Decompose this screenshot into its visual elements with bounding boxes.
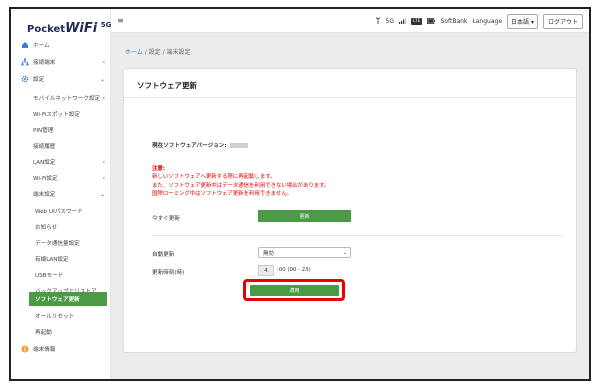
sidebar-item-settings[interactable]: 設定 ⌄ <box>11 72 111 86</box>
update-notice: 注意: 新しいソフトウェアへ更新する際に再起動します。 また、ソフトウェア更新中… <box>152 166 330 197</box>
update-now-button[interactable]: 更新 <box>258 210 351 222</box>
sidebar-item-wifi[interactable]: Wi-Fi設定 ‹ <box>11 171 111 185</box>
sidebar-item-usb-mode[interactable]: USBモード <box>11 268 111 282</box>
sidebar-item-home[interactable]: ホーム <box>11 38 111 52</box>
chevron-down-icon: ⌄ <box>99 75 105 83</box>
card-divider <box>124 97 576 98</box>
chevron-left-icon: ‹ <box>102 158 105 166</box>
sidebar-item-reboot[interactable]: 再起動 <box>11 325 111 339</box>
breadcrumb-device-settings: 端末設定 <box>166 49 191 56</box>
caret-down-icon: ⌄ <box>342 250 347 256</box>
sidebar: PocketWiFi 5G ホーム 接続端末 ‹ 設定 ⌄ モバイルネットワーク… <box>11 9 111 379</box>
sidebar-item-mobile-network[interactable]: モバイルネットワーク設定 ‹ <box>11 91 111 105</box>
update-now-label: 今すぐ更新 <box>152 216 180 222</box>
info-icon <box>21 345 29 353</box>
battery-icon <box>427 17 436 26</box>
update-hour-input[interactable]: 4 <box>258 265 274 276</box>
section-divider <box>152 235 562 236</box>
sidebar-item-webui-password[interactable]: Web UIパスワード <box>11 204 111 218</box>
breadcrumb-settings: 設定 <box>148 49 161 56</box>
logout-button[interactable]: ログアウト <box>542 14 583 29</box>
sidebar-item-wired-lan[interactable]: 有線LAN設定 <box>11 252 111 266</box>
update-time-label: 更新時刻(時) <box>152 270 185 276</box>
top-bar: ≡ 5G LTE SoftBank Language 日本語 ▾ ログアウト <box>111 9 589 33</box>
language-select[interactable]: 日本語 ▾ <box>507 14 538 29</box>
home-icon <box>21 41 29 49</box>
gear-icon <box>21 75 29 83</box>
sidebar-item-pin[interactable]: PIN管理 <box>11 123 111 137</box>
chevron-down-icon: ⌄ <box>99 190 105 198</box>
chevron-left-icon: ‹ <box>102 58 105 66</box>
carrier-name: SoftBank <box>440 18 468 25</box>
hamburger-icon[interactable]: ≡ <box>117 16 124 25</box>
apply-button[interactable]: 適用 <box>250 285 339 296</box>
network-icon <box>21 58 29 66</box>
status-area: 5G LTE SoftBank Language 日本語 ▾ ログアウト <box>370 14 583 29</box>
app-window: PocketWiFi 5G ホーム 接続端末 ‹ 設定 ⌄ モバイルネットワーク… <box>9 7 591 381</box>
chevron-left-icon: ‹ <box>102 94 105 102</box>
sidebar-item-wifi-spot[interactable]: Wi-Fiスポット設定 <box>11 107 111 121</box>
breadcrumb-home[interactable]: ホーム <box>125 49 143 56</box>
sidebar-item-data-usage[interactable]: データ通信量設定 <box>11 236 111 250</box>
sidebar-item-software-update[interactable]: ソフトウェア更新 <box>29 292 107 306</box>
sidebar-item-history[interactable]: 接続履歴 <box>11 139 111 153</box>
page-title: ソフトウェア更新 <box>137 81 197 90</box>
network-badge: LTE <box>411 18 423 25</box>
auto-update-label: 自動更新 <box>152 252 175 258</box>
breadcrumb: ホーム / 設定 / 端末設定 <box>125 49 191 56</box>
sidebar-item-all-reset[interactable]: オールリセット <box>11 309 111 323</box>
language-label: Language <box>472 18 503 25</box>
caret-down-icon: ▾ <box>530 19 534 26</box>
sidebar-item-notifications[interactable]: お知らせ <box>11 220 111 234</box>
software-update-card: ソフトウェア更新 現在ソフトウェアバージョン: 注意: 新しいソフトウェアへ更新… <box>123 68 577 353</box>
signal-bars-icon <box>399 17 406 26</box>
sidebar-item-lan[interactable]: LAN設定 ‹ <box>11 155 111 169</box>
antenna-icon <box>375 17 381 26</box>
sidebar-item-connected-devices[interactable]: 接続端末 ‹ <box>11 55 111 69</box>
auto-update-select[interactable]: 無効 ⌄ <box>258 247 351 258</box>
signal-text: 5G <box>385 18 394 25</box>
chevron-left-icon: ‹ <box>102 174 105 182</box>
logo: PocketWiFi 5G <box>27 21 112 36</box>
update-hour-suffix: :00 (00 - 23) <box>277 267 311 273</box>
sidebar-item-device-settings[interactable]: 端末設定 ⌄ <box>11 187 111 201</box>
main-content: ホーム / 設定 / 端末設定 ソフトウェア更新 現在ソフトウェアバージョン: … <box>111 33 589 379</box>
current-version-row: 現在ソフトウェアバージョン: <box>152 141 248 149</box>
sidebar-item-device-info[interactable]: 端末情報 <box>11 342 111 356</box>
version-value-redacted <box>229 143 248 148</box>
